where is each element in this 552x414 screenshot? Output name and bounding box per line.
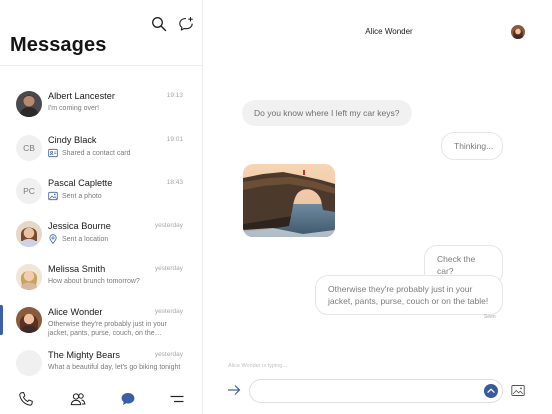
conversation-preview: Otherwise they're probably just in your … [48,321,167,337]
rock-arch-photo [243,164,335,237]
conversation-preview: What a beautiful day, let's go biking to… [48,364,181,371]
message-bubble-incoming: Do you know where I left my car keys? [242,100,412,126]
conversation-item-alice-wonder[interactable]: Alice Wonder yesterday Otherwise they're… [0,303,203,349]
avatar [16,91,42,117]
conversation-item-melissa-smith[interactable]: Melissa Smith yesterday How about brunch… [0,260,203,303]
conversation-item-jessica-bourne[interactable]: Jessica Bourne yesterday Sent a location [0,217,203,260]
menu-icon[interactable] [169,391,185,407]
conversation-item-cindy-black[interactable]: CB Cindy Black 19:01 Shared a contact ca… [0,131,203,174]
conversation-name: Albert Lancester [48,91,115,101]
typing-indicator: Alice Wonder is typing... [228,363,287,369]
message-bubble-outgoing: Otherwise they're probably just in your … [315,275,503,315]
conversation-preview: I'm coming over! [48,105,100,112]
avatar-initials: PC [23,186,35,196]
conversation-preview-text: Sent a location [62,235,109,243]
new-message-icon[interactable] [178,16,194,32]
conversation-name: The Mighty Bears [48,350,120,360]
send-button[interactable] [484,384,498,398]
location-pin-icon [48,234,58,244]
chat-contact-name: Alice Wonder [365,27,413,36]
conversation-name: Alice Wonder [48,307,103,317]
conversation-time: 19:13 [166,92,183,99]
chat-bubble-icon[interactable] [120,391,136,407]
message-composer [249,379,503,403]
message-input[interactable] [260,383,480,399]
conversation-preview: Shared a contact card [48,148,184,158]
conversation-time: yesterday [154,308,183,315]
phone-icon[interactable] [18,391,34,407]
page-title: Messages [10,34,107,56]
avatar [16,221,42,247]
avatar[interactable] [511,25,525,39]
conversation-preview: Sent a location [48,234,184,244]
conversation-preview-text: Sent a photo [62,192,102,200]
conversation-item-albert-lancester[interactable]: Albert Lancester 19:13 I'm coming over! [0,87,203,130]
seen-indicator: Seen [484,314,496,320]
photo-message[interactable] [243,164,335,237]
sidebar-header: Messages [0,0,202,66]
conversation-preview: How about brunch tomorrow? [48,278,140,285]
conversation-preview: Sent a photo [48,191,184,201]
search-icon[interactable] [151,16,167,32]
conversation-preview-text: Shared a contact card [62,149,131,157]
avatar [16,307,42,333]
arrow-right-icon[interactable] [226,382,242,398]
avatar: PC [16,178,42,204]
chevron-up-icon [487,388,495,393]
image-attach-icon[interactable] [511,384,525,397]
contact-card-icon [48,148,58,158]
conversation-time: yesterday [154,265,183,272]
message-bubble-outgoing: Thinking... [441,132,503,160]
conversation-item-the-mighty-bears[interactable]: The Mighty Bears yesterday What a beauti… [0,346,203,389]
conversation-time: 19:01 [166,136,183,143]
conversation-item-pascal-caplette[interactable]: PC Pascal Caplette 18:43 Sent a photo [0,174,203,217]
conversation-name: Melissa Smith [48,264,106,274]
bottom-tab-bar [0,385,203,414]
conversation-name: Jessica Bourne [48,221,111,231]
conversation-name: Pascal Caplette [48,178,113,188]
avatar: CB [16,135,42,161]
conversation-time: yesterday [154,351,183,358]
chat-pane: Alice Wonder Do you know where I left my… [204,0,552,414]
photo-icon [48,191,58,201]
conversation-name: Cindy Black [48,135,97,145]
avatar-initials: CB [23,143,35,153]
conversation-time: yesterday [154,222,183,229]
avatar [16,264,42,290]
conversation-time: 18:43 [166,179,183,186]
conversation-sidebar: Messages Albert Lancester 19:13 I'm comi… [0,0,203,414]
avatar [16,350,42,376]
contacts-icon[interactable] [70,391,86,407]
